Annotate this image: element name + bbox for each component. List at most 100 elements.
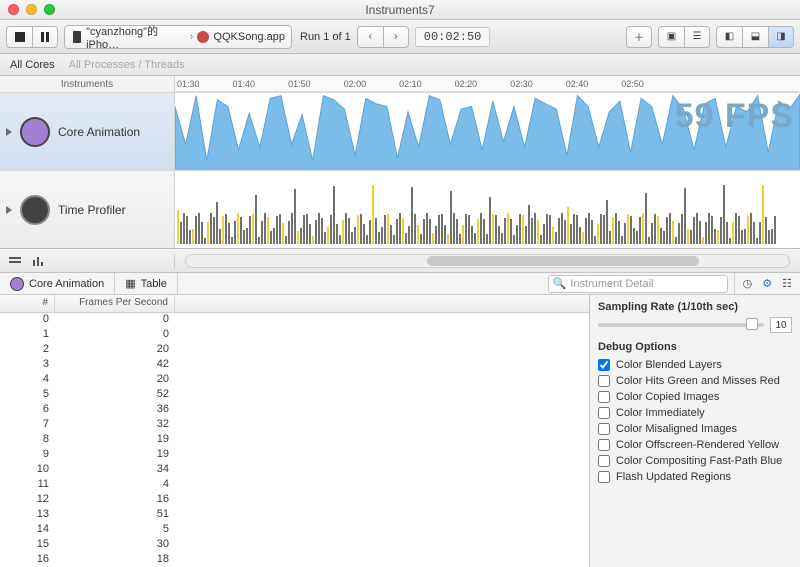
filter-all-cores[interactable]: All Cores bbox=[10, 59, 55, 71]
table-row[interactable]: 636 bbox=[0, 403, 589, 418]
settings-icon[interactable]: ⚙ bbox=[762, 277, 772, 290]
debug-option-label: Color Compositing Fast-Path Blue bbox=[616, 455, 782, 467]
track-core-animation[interactable]: Core Animation 59 FPS bbox=[0, 92, 800, 170]
debug-option-label: Color Blended Layers bbox=[616, 359, 722, 371]
table-row[interactable]: 145 bbox=[0, 523, 589, 538]
debug-option-checkbox[interactable] bbox=[598, 471, 610, 483]
col-fps[interactable]: Frames Per Second bbox=[55, 295, 175, 312]
sampling-rate-slider[interactable] bbox=[598, 323, 764, 327]
debug-option-checkbox[interactable] bbox=[598, 423, 610, 435]
detail-area: # Frames Per Second 00102203424205526367… bbox=[0, 295, 800, 567]
cell-index: 16 bbox=[0, 553, 55, 567]
target-breadcrumb[interactable]: "cyanzhong"的 iPho… › QQKSong.app bbox=[64, 25, 292, 49]
track-bar-icon[interactable] bbox=[32, 254, 46, 268]
cell-fps: 52 bbox=[55, 388, 175, 403]
view-library-button[interactable]: ☰ bbox=[684, 26, 710, 48]
pause-icon bbox=[40, 32, 50, 42]
panel-right-icon: ◨ bbox=[776, 31, 785, 42]
cell-index: 14 bbox=[0, 523, 55, 538]
table-row[interactable]: 00 bbox=[0, 313, 589, 328]
ruler-tick: 02:10 bbox=[399, 79, 422, 89]
debug-option-checkbox[interactable] bbox=[598, 359, 610, 371]
view-strategy-button[interactable]: ▣ bbox=[658, 26, 684, 48]
pause-button[interactable] bbox=[32, 26, 58, 48]
panel-bottom-button[interactable]: ⬓ bbox=[742, 26, 768, 48]
panel-left-button[interactable]: ◧ bbox=[716, 26, 742, 48]
debug-option-checkbox[interactable] bbox=[598, 375, 610, 387]
zoom-icon[interactable] bbox=[44, 4, 55, 15]
track-time-profiler[interactable]: Time Profiler bbox=[0, 170, 800, 248]
record-button[interactable] bbox=[6, 26, 32, 48]
tracks-footer bbox=[0, 249, 800, 273]
table-row[interactable]: 819 bbox=[0, 433, 589, 448]
cell-fps: 0 bbox=[55, 313, 175, 328]
ruler-tick: 02:30 bbox=[510, 79, 533, 89]
debug-option[interactable]: Color Offscreen-Rendered Yellow bbox=[598, 437, 792, 453]
cell-fps: 20 bbox=[55, 373, 175, 388]
table-row[interactable]: 1530 bbox=[0, 538, 589, 553]
cell-index: 7 bbox=[0, 418, 55, 433]
time-profiler-graph[interactable] bbox=[175, 171, 800, 248]
cell-index: 11 bbox=[0, 478, 55, 493]
stop-icon bbox=[15, 32, 25, 42]
list-icon: ☰ bbox=[693, 31, 702, 42]
extended-detail-icon[interactable]: ☷ bbox=[782, 277, 792, 290]
table-row[interactable]: 1034 bbox=[0, 463, 589, 478]
table-row[interactable]: 732 bbox=[0, 418, 589, 433]
minimize-icon[interactable] bbox=[26, 4, 37, 15]
ruler-tick: 01:30 bbox=[177, 79, 200, 89]
table-row[interactable]: 1216 bbox=[0, 493, 589, 508]
core-animation-graph[interactable]: 59 FPS bbox=[175, 93, 800, 170]
cell-index: 13 bbox=[0, 508, 55, 523]
table-row[interactable]: 342 bbox=[0, 358, 589, 373]
disclosure-icon[interactable] bbox=[6, 128, 12, 136]
table-row[interactable]: 1351 bbox=[0, 508, 589, 523]
panel-right-button[interactable]: ◨ bbox=[768, 26, 794, 48]
debug-option-checkbox[interactable] bbox=[598, 455, 610, 467]
track-view-icon[interactable] bbox=[8, 254, 22, 268]
timeline-scrollbar[interactable] bbox=[185, 254, 790, 268]
debug-option-checkbox[interactable] bbox=[598, 439, 610, 451]
scrollbar-thumb[interactable] bbox=[427, 256, 698, 266]
debug-option-checkbox[interactable] bbox=[598, 391, 610, 403]
cell-fps: 36 bbox=[55, 403, 175, 418]
tracks-area: Instruments 01:3001:4001:5002:0002:1002:… bbox=[0, 76, 800, 249]
filter-all-processes[interactable]: All Processes / Threads bbox=[69, 59, 185, 71]
table-row[interactable]: 114 bbox=[0, 478, 589, 493]
debug-option[interactable]: Color Compositing Fast-Path Blue bbox=[598, 453, 792, 469]
sampling-rate-value: 10 bbox=[770, 317, 792, 333]
ruler-tick: 02:50 bbox=[621, 79, 644, 89]
add-instrument-button[interactable]: ＋ bbox=[626, 26, 652, 48]
debug-option-checkbox[interactable] bbox=[598, 407, 610, 419]
path-view[interactable]: ▦ Table bbox=[115, 273, 178, 294]
debug-option[interactable]: Color Immediately bbox=[598, 405, 792, 421]
debug-option[interactable]: Color Copied Images bbox=[598, 389, 792, 405]
debug-option[interactable]: Color Misaligned Images bbox=[598, 421, 792, 437]
run-next-button[interactable]: › bbox=[383, 26, 409, 48]
debug-option-label: Color Offscreen-Rendered Yellow bbox=[616, 439, 779, 451]
time-ruler[interactable]: 01:3001:4001:5002:0002:1002:2002:3002:40… bbox=[175, 76, 800, 92]
table-row[interactable]: 919 bbox=[0, 448, 589, 463]
table-row[interactable]: 10 bbox=[0, 328, 589, 343]
debug-option[interactable]: Flash Updated Regions bbox=[598, 469, 792, 485]
debug-option[interactable]: Color Blended Layers bbox=[598, 357, 792, 373]
debug-option[interactable]: Color Hits Green and Misses Red bbox=[598, 373, 792, 389]
slider-thumb[interactable] bbox=[746, 318, 758, 330]
plus-icon: ＋ bbox=[634, 29, 644, 44]
table-body[interactable]: 0010220342420552636732819919103411412161… bbox=[0, 313, 589, 567]
col-index[interactable]: # bbox=[0, 295, 55, 312]
close-icon[interactable] bbox=[8, 4, 19, 15]
search-icon: 🔍 bbox=[553, 277, 567, 290]
detail-search[interactable]: 🔍 Instrument Detail bbox=[548, 275, 728, 293]
table-row[interactable]: 220 bbox=[0, 343, 589, 358]
disclosure-icon[interactable] bbox=[6, 206, 12, 214]
table-row[interactable]: 1618 bbox=[0, 553, 589, 567]
path-instrument[interactable]: Core Animation bbox=[0, 273, 115, 294]
table-row[interactable]: 420 bbox=[0, 373, 589, 388]
run-prev-button[interactable]: ‹ bbox=[357, 26, 383, 48]
app-icon bbox=[197, 31, 209, 43]
table-row[interactable]: 552 bbox=[0, 388, 589, 403]
cell-index: 3 bbox=[0, 358, 55, 373]
recent-icon[interactable]: ◷ bbox=[743, 277, 753, 290]
table-header[interactable]: # Frames Per Second bbox=[0, 295, 589, 313]
